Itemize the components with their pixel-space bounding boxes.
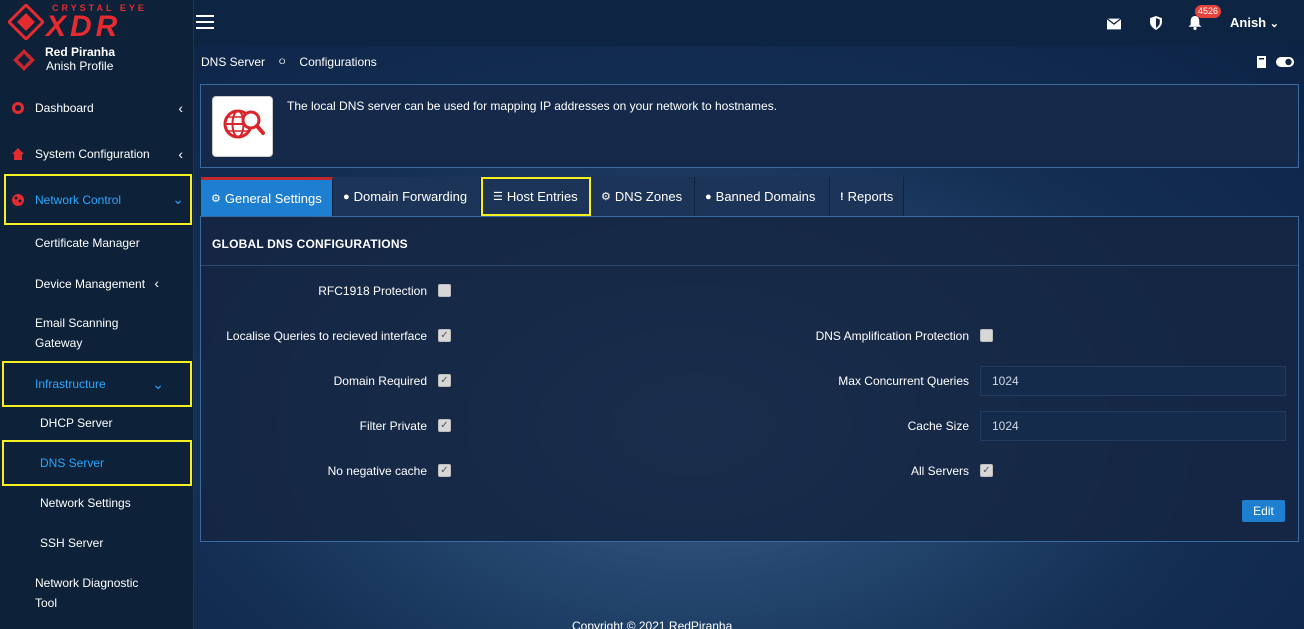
max-concurrent-queries-field[interactable]: 1024 [980, 366, 1286, 396]
sidebar-item-ssh-server[interactable]: SSH Server [40, 536, 103, 550]
list-icon: ☰ [493, 191, 503, 203]
red-piranha-logo-icon [13, 49, 35, 71]
dns-globe-search-icon [223, 109, 265, 138]
tab-banned-domains[interactable]: ● Banned Domains [695, 177, 830, 216]
rfc1918-protection-label: RFC1918 Protection [318, 284, 427, 298]
org-name: Red Piranha [45, 45, 116, 59]
sidebar-item-network-diagnostic-tool[interactable]: Network Diagnostic Tool [35, 573, 155, 613]
sidebar-item-certificate-manager[interactable]: Certificate Manager [35, 233, 140, 253]
domain-required-label: Domain Required [333, 374, 427, 388]
menu-toggle-icon[interactable] [196, 15, 214, 29]
book-icon[interactable] [1256, 56, 1267, 68]
user-menu[interactable]: Anish ⌄ [1230, 15, 1279, 30]
dashboard-icon [10, 100, 26, 116]
info-box: The local DNS server can be used for map… [200, 84, 1299, 168]
tab-label: Domain Forwarding [353, 189, 468, 204]
chevron-down-icon: ⌄ [172, 191, 184, 207]
localise-queries-label: Localise Queries to recieved interface [226, 329, 427, 343]
all-servers-label: All Servers [910, 464, 969, 478]
settings-panel: GLOBAL DNS CONFIGURATIONS RFC1918 Protec… [200, 216, 1299, 542]
breadcrumb: DNS Server ⭘ Configurations [201, 55, 377, 69]
gear-icon: ⚙ [601, 191, 611, 203]
cache-size-label: Cache Size [907, 419, 969, 433]
globe-icon: ● [343, 190, 350, 203]
breadcrumb-item[interactable]: DNS Server [201, 55, 265, 69]
filter-private-checkbox[interactable]: ✓ [438, 419, 451, 432]
info-description: The local DNS server can be used for map… [287, 99, 778, 113]
sidebar-item-network-settings[interactable]: Network Settings [40, 496, 131, 510]
network-icon [10, 192, 26, 208]
dns-amplification-label: DNS Amplification Protection [815, 329, 969, 343]
toggle-icon[interactable] [1276, 57, 1294, 67]
filter-private-label: Filter Private [359, 419, 427, 433]
chevron-down-icon: ⌄ [1269, 18, 1279, 30]
cogs-icon: ⚙ [211, 192, 221, 205]
chevron-left-icon: ‹ [154, 275, 160, 291]
footer-copyright: Copyright © 2021 RedPiranha [572, 619, 733, 629]
circle-separator-icon: ⭘ [279, 57, 286, 66]
sidebar-item-system-configuration[interactable]: System Configuration ‹ [0, 134, 193, 174]
sidebar-item-label: Network Control [35, 192, 122, 207]
topbar [194, 0, 1304, 46]
sidebar-item-infrastructure[interactable]: Infrastructure ⌄ [2, 361, 192, 407]
divider [201, 265, 1298, 266]
tab-label: DNS Zones [614, 189, 683, 204]
bell-icon[interactable] [1188, 16, 1202, 30]
domain-required-checkbox[interactable]: ✓ [438, 374, 451, 387]
tab-bar: ⚙ General Settings ● Domain Forwarding ☰… [201, 177, 904, 216]
chevron-down-icon: ⌄ [152, 375, 164, 392]
sidebar-item-dashboard[interactable]: Dashboard ‹ [0, 88, 193, 128]
tab-domain-forwarding[interactable]: ● Domain Forwarding [333, 177, 481, 216]
tab-dns-zones[interactable]: ⚙ DNS Zones [591, 177, 695, 216]
notification-badge: 4526 [1195, 5, 1222, 18]
edit-button[interactable]: Edit [1242, 500, 1285, 522]
sidebar-item-label: System Configuration [35, 147, 150, 161]
sidebar-item-dns-server[interactable]: DNS Server [40, 456, 104, 470]
org-profile: Anish Profile [46, 59, 114, 73]
breadcrumb-item: Configurations [299, 55, 377, 69]
user-name: Anish [1230, 15, 1267, 30]
tab-label: Reports [847, 189, 894, 204]
sidebar-item-dhcp-server[interactable]: DHCP Server [40, 416, 112, 430]
brand-header: CRYSTAL EYE XDR Red Piranha Anish Profil… [0, 0, 194, 86]
tab-general-settings[interactable]: ⚙ General Settings [201, 177, 333, 216]
panel-title: GLOBAL DNS CONFIGURATIONS [212, 237, 408, 251]
max-concurrent-queries-label: Max Concurrent Queries [838, 374, 969, 388]
globe-icon: ● [705, 190, 712, 203]
no-negative-cache-label: No negative cache [327, 464, 427, 478]
sidebar-item-label: Device Management [35, 277, 146, 291]
sidebar-item-email-scanning-gateway[interactable]: Email Scanning Gateway [35, 313, 145, 353]
sidebar: CRYSTAL EYE XDR Red Piranha Anish Profil… [0, 0, 194, 629]
cache-size-field[interactable]: 1024 [980, 411, 1286, 441]
chevron-left-icon: ‹ [178, 146, 183, 162]
rfc1918-protection-checkbox[interactable] [438, 284, 451, 297]
dns-search-image [212, 96, 273, 157]
sidebar-item-label: Dashboard [35, 101, 94, 115]
home-icon [10, 146, 26, 162]
no-negative-cache-checkbox[interactable]: ✓ [438, 464, 451, 477]
crystal-eye-logo-icon [8, 4, 44, 40]
exclamation-icon: ! [840, 190, 844, 203]
sidebar-item-label: Infrastructure [35, 377, 106, 391]
shield-icon[interactable] [1149, 16, 1163, 30]
localise-queries-checkbox[interactable]: ✓ [438, 329, 451, 342]
tab-host-entries[interactable]: ☰ Host Entries [481, 177, 591, 216]
brand-product: XDR [46, 10, 122, 43]
sidebar-item-device-management[interactable]: Device Management ‹ [35, 273, 159, 294]
tab-label: Host Entries [506, 189, 578, 204]
dns-amplification-checkbox[interactable] [980, 329, 993, 342]
mail-icon[interactable] [1107, 17, 1121, 31]
tab-label: Banned Domains [715, 189, 816, 204]
tab-reports[interactable]: ! Reports [830, 177, 904, 216]
chevron-left-icon: ‹ [178, 100, 183, 116]
sidebar-item-network-control[interactable]: Network Control ⌄ [4, 174, 192, 225]
tab-label: General Settings [224, 190, 322, 206]
all-servers-checkbox[interactable]: ✓ [980, 464, 993, 477]
